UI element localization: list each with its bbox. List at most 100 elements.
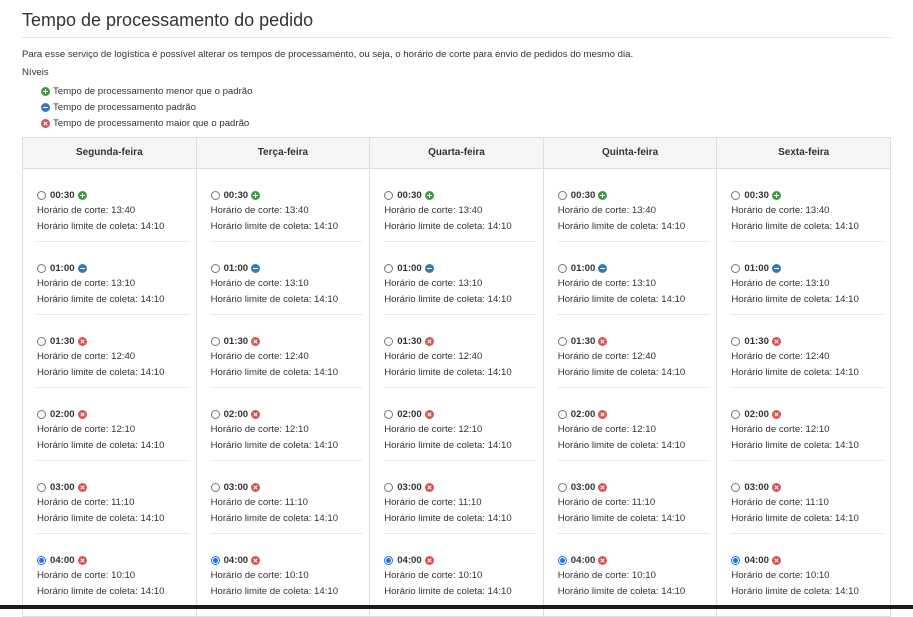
processing-time-radio[interactable]	[731, 190, 741, 200]
cutoff-time: Horário de corte: 13:40	[37, 203, 189, 219]
processing-time-option[interactable]: 00:30 Horário de corte: 13:40 Horário limi…	[557, 169, 710, 242]
pickup-value: 14:10	[834, 440, 859, 451]
processing-time-radio[interactable]	[731, 555, 741, 565]
processing-time-option[interactable]: 01:30 Horário de corte: 12:40 Horário limi…	[557, 315, 710, 388]
processing-time-radio[interactable]	[557, 409, 567, 419]
cutoff-value: 13:40	[805, 205, 830, 216]
cutoff-time: Horário de corte: 13:40	[384, 203, 536, 219]
processing-time-option[interactable]: 04:00 Horário de corte: 10:10 Horário limi…	[210, 534, 363, 607]
cutoff-time: Horário de corte: 12:40	[384, 349, 536, 365]
processing-time-radio[interactable]	[557, 336, 567, 346]
processing-time-radio[interactable]	[384, 555, 394, 565]
processing-time-radio[interactable]	[557, 482, 567, 492]
processing-time-radio[interactable]	[210, 190, 220, 200]
processing-time-radio[interactable]	[731, 482, 741, 492]
processing-time-radio[interactable]	[210, 555, 220, 565]
processing-time-radio[interactable]	[37, 409, 46, 419]
processing-time-option[interactable]: 00:30 Horário de corte: 13:40 Horário limi…	[731, 169, 883, 242]
processing-time-option[interactable]: 02:00 Horário de corte: 12:10 Horário limi…	[557, 388, 710, 461]
option-header: 00:30	[731, 188, 883, 202]
times-circle-icon	[424, 482, 434, 492]
processing-time-radio[interactable]	[37, 190, 46, 200]
processing-time-radio[interactable]	[557, 190, 567, 200]
processing-time-radio[interactable]	[731, 263, 741, 273]
processing-time-option[interactable]: 01:00 Horário de corte: 13:10 Horário limi…	[37, 242, 189, 315]
pickup-deadline: Horário limite de coleta: 14:10	[211, 219, 363, 235]
processing-time-radio[interactable]	[210, 409, 220, 419]
cutoff-value: 12:10	[111, 424, 136, 435]
processing-time-radio[interactable]	[731, 409, 741, 419]
pickup-value: 14:10	[140, 221, 165, 232]
day-column: Terça-feira 00:30 Horário de corte: 13:40 H…	[196, 138, 371, 616]
pickup-label: Horário limite de coleta:	[557, 367, 662, 378]
cutoff-value: 12:40	[805, 351, 830, 362]
processing-time-radio[interactable]	[731, 336, 741, 346]
processing-time-radio[interactable]	[384, 409, 394, 419]
processing-time-option[interactable]: 02:00 Horário de corte: 12:10 Horário limi…	[384, 388, 536, 461]
processing-time-radio[interactable]	[384, 263, 394, 273]
processing-time-radio[interactable]	[210, 336, 220, 346]
plus-circle-icon	[424, 190, 434, 200]
pickup-value: 14:10	[487, 440, 512, 451]
processing-time-radio[interactable]	[37, 336, 46, 346]
processing-time-option[interactable]: 04:00 Horário de corte: 10:10 Horário limi…	[37, 534, 189, 607]
processing-time-radio[interactable]	[37, 482, 46, 492]
processing-time-option[interactable]: 01:30 Horário de corte: 12:40 Horário limi…	[210, 315, 363, 388]
processing-time-option[interactable]: 01:30 Horário de corte: 12:40 Horário limi…	[37, 315, 189, 388]
processing-time-radio[interactable]	[557, 263, 567, 273]
processing-time-option[interactable]: 03:00 Horário de corte: 11:10 Horário limi…	[384, 461, 536, 534]
cutoff-label: Horário de corte:	[210, 351, 285, 362]
pickup-value: 14:10	[314, 367, 339, 378]
processing-time-radio[interactable]	[384, 336, 394, 346]
pickup-value: 14:10	[314, 294, 339, 305]
processing-time-option[interactable]: 03:00 Horário de corte: 11:10 Horário limi…	[557, 461, 710, 534]
processing-time-radio[interactable]	[384, 190, 394, 200]
processing-time-option[interactable]: 01:00 Horário de corte: 13:10 Horário limi…	[210, 242, 363, 315]
option-header: 02:00	[37, 407, 189, 421]
pickup-label: Horário limite de coleta:	[384, 367, 488, 378]
processing-time-option[interactable]: 03:00 Horário de corte: 11:10 Horário limi…	[37, 461, 189, 534]
pickup-label: Horário limite de coleta:	[37, 294, 141, 305]
processing-time-radio[interactable]	[210, 263, 220, 273]
processing-time-option[interactable]: 03:00 Horário de corte: 11:10 Horário limi…	[210, 461, 363, 534]
option-header: 03:00	[731, 480, 883, 494]
duration-label: 03:00	[223, 481, 249, 493]
option-header: 00:30	[557, 188, 710, 202]
processing-time-radio[interactable]	[37, 263, 46, 273]
processing-time-option[interactable]: 01:30 Horário de corte: 12:40 Horário limi…	[384, 315, 536, 388]
processing-time-option[interactable]: 00:30 Horário de corte: 13:40 Horário limi…	[384, 169, 536, 242]
processing-time-option[interactable]: 02:00 Horário de corte: 12:10 Horário limi…	[37, 388, 189, 461]
processing-time-option[interactable]: 00:30 Horário de corte: 13:40 Horário limi…	[37, 169, 189, 242]
processing-time-radio[interactable]	[384, 482, 394, 492]
legend-item-higher: Tempo de processamento maior que o padrã…	[41, 115, 252, 131]
processing-time-option[interactable]: 01:00 Horário de corte: 13:10 Horário limi…	[557, 242, 710, 315]
pickup-label: Horário limite de coleta:	[210, 440, 315, 451]
duration-label: 01:30	[50, 335, 75, 347]
times-circle-icon	[771, 482, 781, 492]
processing-time-option[interactable]: 04:00 Horário de corte: 10:10 Horário limi…	[384, 534, 536, 607]
processing-time-radio[interactable]	[557, 555, 567, 565]
duration-label: 04:00	[570, 554, 596, 566]
processing-time-radio[interactable]	[37, 555, 46, 565]
processing-time-option[interactable]: 03:00 Horário de corte: 11:10 Horário limi…	[731, 461, 883, 534]
processing-time-option[interactable]: 01:30 Horário de corte: 12:40 Horário limi…	[731, 315, 883, 388]
pickup-deadline: Horário limite de coleta: 14:10	[384, 511, 536, 527]
pickup-label: Horário limite de coleta:	[384, 221, 488, 232]
processing-time-option[interactable]: 02:00 Horário de corte: 12:10 Horário limi…	[731, 388, 883, 461]
processing-time-option[interactable]: 01:00 Horário de corte: 13:10 Horário limi…	[384, 242, 536, 315]
processing-time-option[interactable]: 01:00 Horário de corte: 13:10 Horário limi…	[731, 242, 883, 315]
pickup-value: 14:10	[487, 367, 512, 378]
processing-time-option[interactable]: 00:30 Horário de corte: 13:40 Horário limi…	[210, 169, 363, 242]
cutoff-label: Horário de corte:	[37, 351, 112, 362]
times-circle-icon	[424, 336, 434, 346]
processing-time-radio[interactable]	[210, 482, 220, 492]
processing-time-option[interactable]: 04:00 Horário de corte: 10:10 Horário limi…	[557, 534, 710, 607]
processing-time-option[interactable]: 04:00 Horário de corte: 10:10 Horário limi…	[731, 534, 883, 607]
pickup-deadline: Horário limite de coleta: 14:10	[211, 511, 363, 527]
processing-time-option[interactable]: 02:00 Horário de corte: 12:10 Horário limi…	[210, 388, 363, 461]
duration-label: 00:30	[223, 189, 249, 201]
plus-circle-icon	[251, 190, 261, 200]
cutoff-label: Horário de corte:	[384, 351, 459, 362]
duration-label: 00:30	[744, 189, 769, 201]
cutoff-value: 11:10	[631, 497, 656, 508]
